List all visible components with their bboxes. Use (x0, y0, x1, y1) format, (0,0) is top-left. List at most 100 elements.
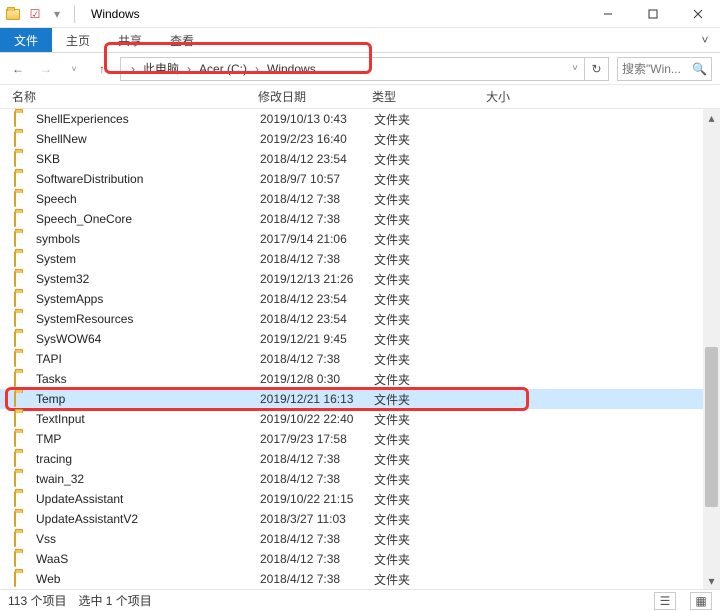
search-box[interactable]: 🔍 (617, 57, 712, 81)
file-row[interactable]: UpdateAssistantV22018/3/27 11:03文件夹 (0, 509, 703, 529)
file-row[interactable]: WaaS2018/4/12 7:38文件夹 (0, 549, 703, 569)
search-input[interactable] (622, 62, 682, 76)
file-date: 2018/4/12 7:38 (260, 572, 374, 586)
file-date: 2018/4/12 7:38 (260, 532, 374, 546)
file-name: WaaS (36, 552, 260, 566)
file-date: 2018/4/12 23:54 (260, 312, 374, 326)
file-name: SKB (36, 152, 260, 166)
col-name[interactable]: 名称 (12, 88, 258, 105)
file-row[interactable]: Speech2018/4/12 7:38文件夹 (0, 189, 703, 209)
file-row[interactable]: System2018/4/12 7:38文件夹 (0, 249, 703, 269)
col-type[interactable]: 类型 (372, 88, 486, 105)
file-row[interactable]: SoftwareDistribution2018/9/7 10:57文件夹 (0, 169, 703, 189)
file-type: 文件夹 (374, 251, 488, 268)
minimize-button[interactable] (585, 0, 630, 28)
file-date: 2018/3/27 11:03 (260, 512, 374, 526)
ribbon-expand-icon[interactable]: ˅ (690, 28, 720, 52)
qat-overflow-icon[interactable]: ▾ (48, 5, 66, 23)
folder-icon (14, 211, 30, 227)
back-button[interactable]: ← (8, 59, 28, 79)
file-name: Speech_OneCore (36, 212, 260, 226)
tab-home[interactable]: 主页 (52, 28, 104, 52)
file-name: System (36, 252, 260, 266)
file-row[interactable]: Temp2019/12/21 16:13文件夹 (0, 389, 703, 409)
file-row[interactable]: SKB2018/4/12 23:54文件夹 (0, 149, 703, 169)
folder-icon (14, 371, 30, 387)
file-name: Vss (36, 532, 260, 546)
file-row[interactable]: TMP2017/9/23 17:58文件夹 (0, 429, 703, 449)
folder-icon (14, 331, 30, 347)
up-button[interactable]: ↑ (92, 59, 112, 79)
folder-icon (14, 511, 30, 527)
view-large-icons-button[interactable]: ▦ (690, 592, 712, 610)
file-row[interactable]: SystemResources2018/4/12 23:54文件夹 (0, 309, 703, 329)
file-row[interactable]: UpdateAssistant2019/10/22 21:15文件夹 (0, 489, 703, 509)
close-button[interactable] (675, 0, 720, 28)
file-name: SystemResources (36, 312, 260, 326)
file-row[interactable]: TextInput2019/10/22 22:40文件夹 (0, 409, 703, 429)
file-name: Speech (36, 192, 260, 206)
refresh-button[interactable]: ↻ (585, 57, 609, 81)
file-list[interactable]: ShellExperiences2019/10/13 0:43文件夹ShellN… (0, 109, 703, 589)
scroll-up-icon[interactable]: ▴ (703, 109, 720, 126)
search-icon[interactable]: 🔍 (692, 62, 707, 76)
view-details-button[interactable]: ☰ (654, 592, 676, 610)
folder-icon (14, 311, 30, 327)
file-row[interactable]: TAPI2018/4/12 7:38文件夹 (0, 349, 703, 369)
file-row[interactable]: ShellNew2019/2/23 16:40文件夹 (0, 129, 703, 149)
folder-icon (14, 131, 30, 147)
col-size[interactable]: 大小 (486, 88, 566, 105)
file-name: Web (36, 572, 260, 586)
file-type: 文件夹 (374, 491, 488, 508)
tab-file[interactable]: 文件 (0, 28, 52, 52)
folder-icon (14, 351, 30, 367)
folder-icon (14, 451, 30, 467)
file-name: TAPI (36, 352, 260, 366)
file-row[interactable]: symbols2017/9/14 21:06文件夹 (0, 229, 703, 249)
vertical-scrollbar[interactable]: ▴ ▾ (703, 109, 720, 589)
folder-icon (14, 111, 30, 127)
tab-view[interactable]: 查看 (156, 28, 208, 52)
breadcrumb-folder[interactable]: Windows (263, 62, 320, 76)
file-name: SoftwareDistribution (36, 172, 260, 186)
tab-share[interactable]: 共享 (104, 28, 156, 52)
breadcrumb-this-pc[interactable]: 此电脑 (139, 60, 183, 77)
file-date: 2018/4/12 7:38 (260, 192, 374, 206)
file-type: 文件夹 (374, 371, 488, 388)
file-row[interactable]: ShellExperiences2019/10/13 0:43文件夹 (0, 109, 703, 129)
file-row[interactable]: SystemApps2018/4/12 23:54文件夹 (0, 289, 703, 309)
file-row[interactable]: Tasks2019/12/8 0:30文件夹 (0, 369, 703, 389)
folder-icon (14, 531, 30, 547)
file-row[interactable]: System322019/12/13 21:26文件夹 (0, 269, 703, 289)
file-name: System32 (36, 272, 260, 286)
file-date: 2017/9/14 21:06 (260, 232, 374, 246)
file-row[interactable]: Web2018/4/12 7:38文件夹 (0, 569, 703, 589)
file-date: 2019/12/21 16:13 (260, 392, 374, 406)
file-type: 文件夹 (374, 531, 488, 548)
address-bar[interactable]: › 此电脑 › Acer (C:) › Windows ˅ (120, 57, 585, 81)
col-date[interactable]: 修改日期 (258, 88, 372, 105)
file-row[interactable]: Vss2018/4/12 7:38文件夹 (0, 529, 703, 549)
breadcrumb-drive[interactable]: Acer (C:) (195, 62, 251, 76)
file-row[interactable]: twain_322018/4/12 7:38文件夹 (0, 469, 703, 489)
properties-icon[interactable]: ☑ (26, 5, 44, 23)
maximize-button[interactable] (630, 0, 675, 28)
file-row[interactable]: Speech_OneCore2018/4/12 7:38文件夹 (0, 209, 703, 229)
file-date: 2018/9/7 10:57 (260, 172, 374, 186)
forward-button[interactable]: → (36, 59, 56, 79)
scroll-down-icon[interactable]: ▾ (703, 572, 720, 589)
file-name: TextInput (36, 412, 260, 426)
file-row[interactable]: tracing2018/4/12 7:38文件夹 (0, 449, 703, 469)
address-dropdown-icon[interactable]: ˅ (572, 63, 578, 74)
file-name: SysWOW64 (36, 332, 260, 346)
file-row[interactable]: SysWOW642019/12/21 9:45文件夹 (0, 329, 703, 349)
file-type: 文件夹 (374, 391, 488, 408)
recent-locations-button[interactable]: ˅ (64, 59, 84, 79)
file-type: 文件夹 (374, 291, 488, 308)
file-name: symbols (36, 232, 260, 246)
file-type: 文件夹 (374, 551, 488, 568)
folder-icon (14, 271, 30, 287)
scroll-thumb[interactable] (705, 347, 718, 507)
file-date: 2019/10/22 21:15 (260, 492, 374, 506)
folder-icon (14, 411, 30, 427)
